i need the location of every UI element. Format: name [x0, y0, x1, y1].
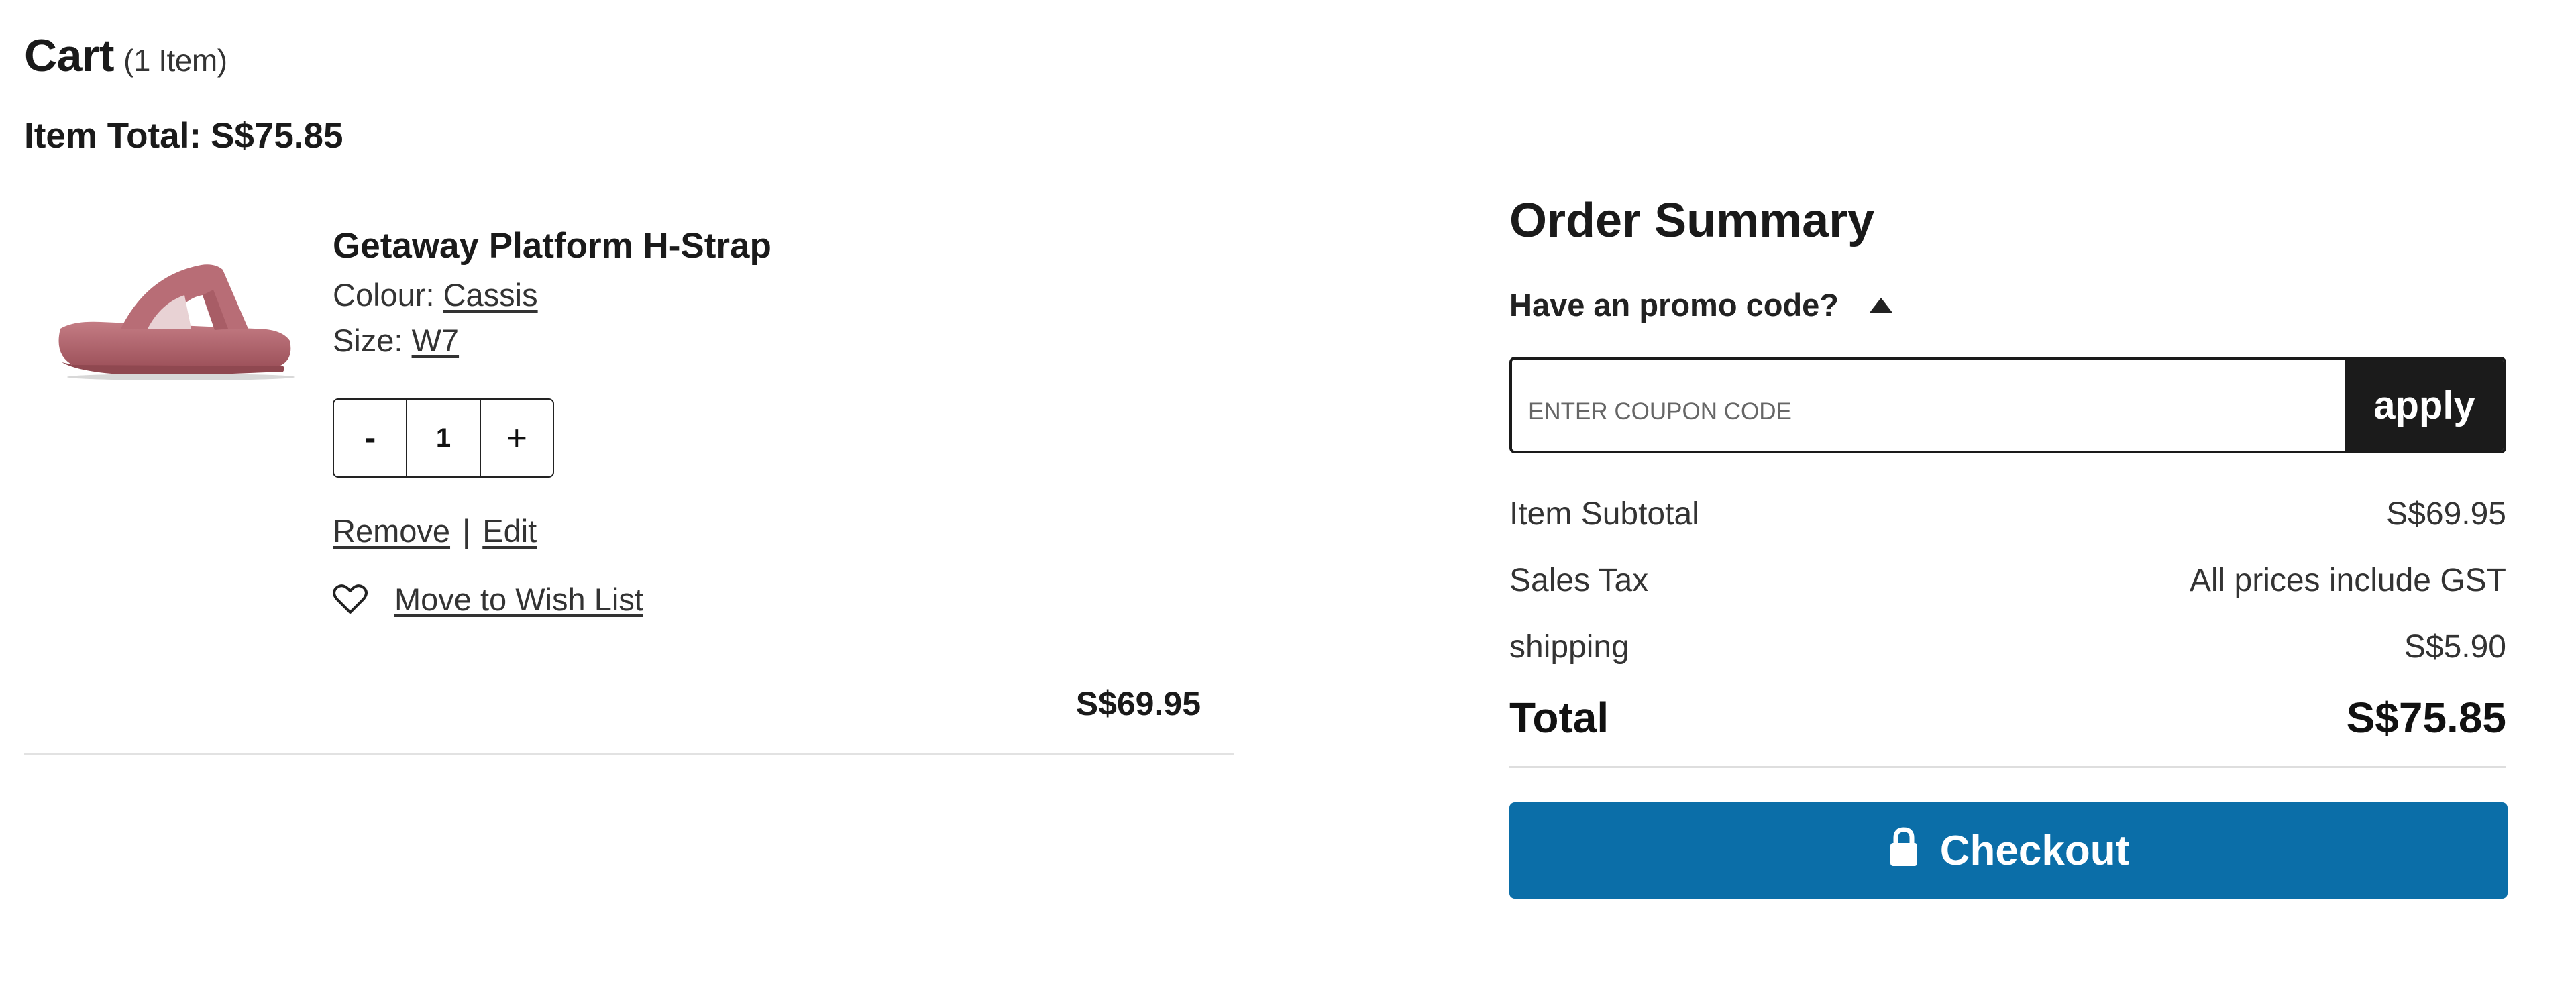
promo-code-toggle[interactable]: Have an promo code?: [1509, 284, 1892, 326]
lock-icon: [1890, 827, 1917, 866]
product-colour: Colour: Cassis: [333, 274, 538, 317]
product-size: Size: W7: [333, 319, 459, 362]
product-name[interactable]: Getaway Platform H-Strap: [333, 223, 771, 270]
item-total-value: S$75.85: [211, 116, 343, 156]
cart-page: Cart (1 Item) Item Total: S$75.85 Getaway …: [0, 0, 2576, 994]
heart-icon: [333, 584, 368, 614]
cart-title-text: Cart: [24, 30, 115, 81]
tax-label: Sales Tax: [1509, 563, 1649, 598]
promo-code-label: Have an promo code?: [1509, 287, 1839, 323]
coupon-code-input[interactable]: [1512, 360, 2345, 451]
tax-value: All prices include GST: [2189, 563, 2506, 598]
summary-row-shipping: shipping S$5.90: [1509, 626, 2506, 668]
remove-link[interactable]: Remove: [333, 513, 450, 549]
size-label: Size:: [333, 323, 403, 358]
total-value: S$75.85: [2346, 694, 2506, 742]
decrease-quantity-button[interactable]: -: [334, 400, 406, 476]
line-item-price: S$69.95: [1075, 685, 1201, 722]
checkout-button[interactable]: Checkout: [1509, 802, 2508, 899]
size-link[interactable]: W7: [412, 323, 460, 358]
summary-row-subtotal: Item Subtotal S$69.95: [1509, 494, 2506, 535]
colour-label: Colour:: [333, 277, 435, 313]
item-total: Item Total: S$75.85: [24, 113, 343, 160]
move-to-wishlist[interactable]: Move to Wish List: [333, 578, 643, 621]
cart-item-count: (1 Item): [123, 43, 227, 78]
caret-up-icon: [1870, 298, 1892, 313]
quantity-stepper: - 1 +: [333, 398, 554, 478]
divider: [24, 753, 1234, 755]
checkout-label: Checkout: [1939, 827, 2130, 874]
cart-title: Cart (1 Item): [24, 25, 227, 91]
subtotal-value: S$69.95: [2386, 496, 2506, 532]
action-separator: |: [462, 513, 471, 549]
coupon-form: apply: [1509, 357, 2506, 453]
summary-row-total: Total S$75.85: [1509, 691, 2506, 744]
quantity-value[interactable]: 1: [406, 400, 481, 476]
move-to-wishlist-link[interactable]: Move to Wish List: [394, 578, 643, 621]
shipping-label: shipping: [1509, 629, 1629, 665]
subtotal-label: Item Subtotal: [1509, 496, 1699, 532]
colour-link[interactable]: Cassis: [443, 277, 538, 313]
item-total-label: Item Total:: [24, 116, 202, 156]
order-summary-title: Order Summary: [1509, 194, 1875, 247]
apply-coupon-button[interactable]: apply: [2345, 360, 2504, 451]
shipping-value: S$5.90: [2404, 629, 2506, 665]
product-image[interactable]: [47, 228, 302, 389]
summary-row-tax: Sales Tax All prices include GST: [1509, 560, 2506, 602]
divider: [1509, 766, 2506, 768]
item-actions: Remove | Edit: [333, 510, 537, 553]
edit-link[interactable]: Edit: [482, 513, 537, 549]
total-label: Total: [1509, 694, 1609, 742]
increase-quantity-button[interactable]: +: [481, 400, 553, 476]
